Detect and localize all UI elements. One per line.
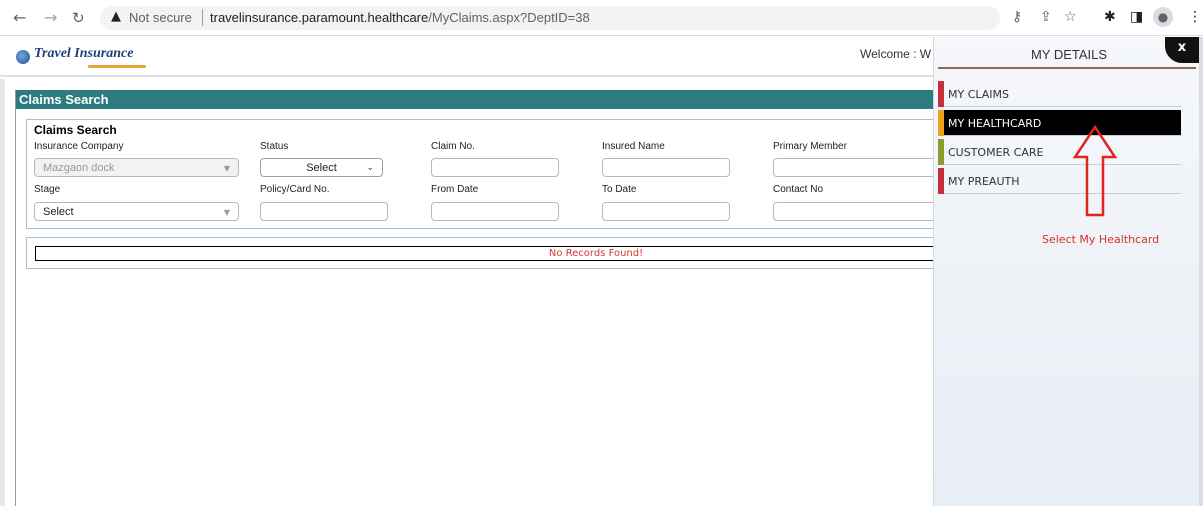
to-date-input[interactable] bbox=[602, 202, 730, 221]
stage-label: Stage bbox=[34, 184, 61, 195]
my-details-drawer: MY DETAILS x MY CLAIMS MY HEALTHCARD CUS… bbox=[933, 37, 1203, 506]
menu-color-bar bbox=[938, 168, 944, 194]
insurance-company-value: Mazgaon dock bbox=[43, 162, 115, 174]
primary-member-label: Primary Member bbox=[773, 141, 847, 152]
menu-item-label: MY HEALTHCARD bbox=[948, 117, 1042, 130]
reload-icon[interactable]: ↻ bbox=[72, 9, 85, 27]
warning-icon[interactable]: ▲ bbox=[111, 9, 121, 24]
status-value: Select bbox=[306, 162, 337, 174]
policy-card-no-input[interactable] bbox=[260, 202, 388, 221]
panel-title: Claims Search bbox=[16, 90, 946, 109]
insurance-company-label: Insurance Company bbox=[34, 141, 124, 152]
url-text[interactable]: travelinsurance.paramount.healthcare/MyC… bbox=[210, 10, 590, 25]
dropdown-arrow-icon: ▼ bbox=[223, 164, 230, 173]
menu-item-my-claims[interactable]: MY CLAIMS bbox=[938, 81, 1181, 107]
left-gutter bbox=[0, 79, 5, 506]
menu-icon[interactable]: ⋮ bbox=[1188, 9, 1202, 25]
menu-item-label: MY CLAIMS bbox=[948, 88, 1010, 101]
up-arrow-annotation-icon bbox=[1072, 124, 1118, 217]
drawer-title: MY DETAILS bbox=[1030, 47, 1108, 62]
address-bar[interactable]: ▲ Not secure travelinsurance.paramount.h… bbox=[100, 6, 1000, 30]
url-path: /MyClaims.aspx?DeptID=38 bbox=[428, 10, 590, 25]
insured-name-input[interactable] bbox=[602, 158, 730, 177]
claims-search-form: Claims Search Insurance Company Status C… bbox=[26, 119, 947, 229]
browser-toolbar: ← → ↻ ▲ Not secure travelinsurance.param… bbox=[0, 0, 1203, 36]
results-panel: No Records Found! bbox=[26, 237, 947, 269]
menu-item-my-healthcard[interactable]: MY HEALTHCARD bbox=[938, 110, 1181, 136]
primary-member-input[interactable] bbox=[773, 158, 947, 177]
claims-panel: Claims Search Claims Search Insurance Co… bbox=[15, 90, 947, 506]
from-date-label: From Date bbox=[431, 184, 479, 195]
omnibox-separator bbox=[202, 9, 203, 26]
from-date-input[interactable] bbox=[431, 202, 559, 221]
policy-card-no-label: Policy/Card No. bbox=[260, 184, 330, 195]
star-icon[interactable]: ☆ bbox=[1064, 9, 1077, 25]
extensions-icon[interactable]: ✱ bbox=[1104, 9, 1116, 25]
contact-no-input[interactable] bbox=[773, 202, 947, 221]
menu-item-my-preauth[interactable]: MY PREAUTH bbox=[938, 168, 1181, 194]
insurance-company-select: Mazgaon dock ▼ bbox=[34, 158, 239, 177]
menu-color-bar bbox=[938, 110, 944, 136]
results-clip: No Records Found! bbox=[36, 247, 948, 260]
to-date-label: To Date bbox=[602, 184, 637, 195]
key-icon[interactable]: ⚷ bbox=[1012, 9, 1022, 25]
stage-value: Select bbox=[43, 206, 74, 218]
logo-swoosh bbox=[88, 65, 146, 68]
chevron-down-icon: ⌄ bbox=[366, 163, 374, 173]
results-table: No Records Found! bbox=[35, 246, 947, 261]
status-label: Status bbox=[260, 141, 289, 152]
globe-logo-icon bbox=[16, 50, 30, 64]
share-icon[interactable]: ⇪ bbox=[1040, 9, 1052, 25]
no-records-message: No Records Found! bbox=[548, 248, 644, 259]
insured-name-label: Insured Name bbox=[602, 141, 665, 152]
status-select[interactable]: Select ⌄ bbox=[260, 158, 383, 177]
form-title: Claims Search bbox=[34, 123, 117, 137]
drawer-divider bbox=[938, 67, 1196, 69]
dropdown-arrow-icon: ▼ bbox=[223, 208, 230, 217]
claim-no-input[interactable] bbox=[431, 158, 559, 177]
scrollbar[interactable] bbox=[1199, 37, 1203, 506]
menu-item-label: CUSTOMER CARE bbox=[948, 146, 1044, 159]
contact-no-label: Contact No bbox=[773, 184, 824, 195]
back-arrow-icon[interactable]: ← bbox=[13, 9, 26, 27]
annotation-text: Select My Healthcard bbox=[1042, 233, 1160, 246]
forward-arrow-icon[interactable]: → bbox=[44, 9, 57, 27]
profile-icon[interactable]: ● bbox=[1153, 7, 1173, 27]
welcome-text: Welcome : W bbox=[860, 47, 932, 61]
security-status[interactable]: Not secure bbox=[129, 10, 192, 25]
menu-color-bar bbox=[938, 139, 944, 165]
claim-no-label: Claim No. bbox=[431, 141, 475, 152]
menu-item-customer-care[interactable]: CUSTOMER CARE bbox=[938, 139, 1181, 165]
menu-color-bar bbox=[938, 81, 944, 107]
sidepanel-icon[interactable]: ◨ bbox=[1130, 9, 1143, 25]
menu-item-label: MY PREAUTH bbox=[948, 175, 1020, 188]
stage-select[interactable]: Select ▼ bbox=[34, 202, 239, 221]
site-logo[interactable]: Travel Insurance bbox=[34, 46, 133, 62]
url-host: travelinsurance.paramount.healthcare bbox=[210, 10, 429, 25]
